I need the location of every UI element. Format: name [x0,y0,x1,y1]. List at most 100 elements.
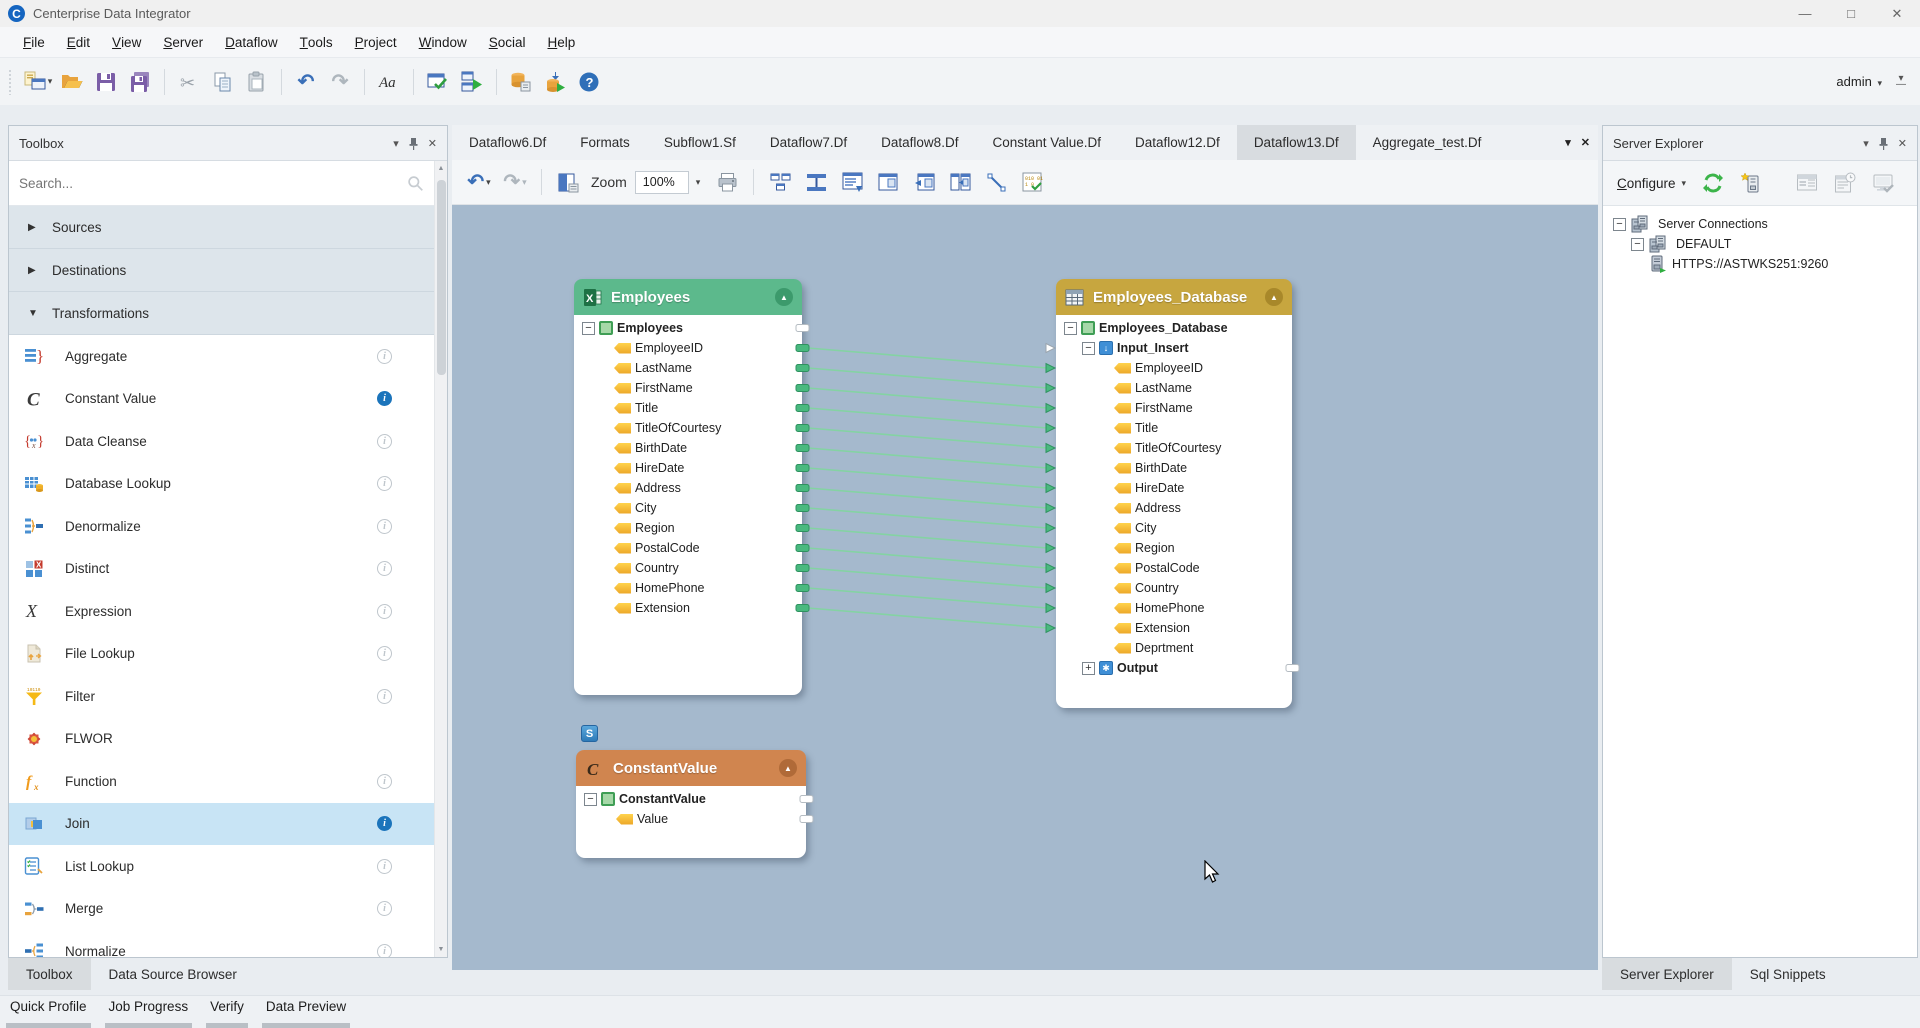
node-row-homephone[interactable]: HomePhone [574,578,802,598]
collapse-button[interactable]: ▲ [775,288,793,306]
node-row-postalcode[interactable]: PostalCode [574,538,802,558]
node-row-city[interactable]: City [1056,518,1292,538]
toolbar-paste-button[interactable] [242,66,272,98]
close-document-icon[interactable]: ✕ [1581,136,1590,149]
node-row-title[interactable]: Title [574,398,802,418]
panel-right-button[interactable] [873,167,903,197]
collapse-box[interactable]: − [584,793,597,806]
zoom-dropdown-icon[interactable]: ▾ [696,177,701,188]
close-icon[interactable]: ✕ [1898,137,1907,150]
input-port[interactable] [1046,444,1055,453]
toolbar-font-button[interactable]: Aa [374,66,404,98]
toolbox-section-sources[interactable]: ▶Sources [9,206,434,249]
node-row-birthdate[interactable]: BirthDate [574,438,802,458]
info-icon[interactable]: i [377,816,392,831]
search-input[interactable] [19,176,407,191]
info-icon[interactable]: i [377,349,392,364]
toolbox-item-file-lookup[interactable]: File Lookupi [9,633,434,676]
node-row-homephone[interactable]: HomePhone [1056,598,1292,618]
tree-node-https-astwks251-9260[interactable]: HTTPS://ASTWKS251:9260 [1603,254,1917,274]
redo-button[interactable]: ↷▾ [500,167,530,197]
undo-button[interactable]: ↶▾ [464,167,494,197]
node-row-employeeid[interactable]: EmployeeID [574,338,802,358]
node-header[interactable]: CConstantValue▲ [576,750,806,786]
status-data-preview[interactable]: Data Preview [262,999,350,1028]
toolbar-undo-button[interactable]: ↶ [291,66,321,98]
toolbox-item-data-cleanse[interactable]: {x}Data Cleansei [9,420,434,463]
node-header[interactable]: XEmployees▲ [574,279,802,315]
toolbar-run-button[interactable] [457,66,487,98]
input-port[interactable] [1046,464,1055,473]
info-icon[interactable]: i [377,476,392,491]
status-verify[interactable]: Verify [206,999,248,1028]
panel-tab-toolbox[interactable]: Toolbox [8,958,91,990]
node-row-lastname[interactable]: LastName [1056,378,1292,398]
export-list-button[interactable] [837,167,867,197]
collapse-button[interactable]: ▲ [779,759,797,777]
input-port[interactable] [1046,604,1055,613]
add-server-button[interactable] [1736,168,1766,198]
node-row-address[interactable]: Address [1056,498,1292,518]
node-row-output[interactable]: +✱Output [1056,658,1292,678]
toolbar-cut-button[interactable]: ✂ [174,66,204,98]
chevron-down-icon[interactable]: ▾ [1863,137,1869,150]
node-row-value[interactable]: Value [576,809,806,829]
node-row-input-insert[interactable]: −↓Input_Insert [1056,338,1292,358]
close-button[interactable]: ✕ [1874,0,1920,27]
user-menu[interactable]: admin ▾ [1836,74,1882,89]
job-schedule-button[interactable] [1830,168,1860,198]
pin-icon[interactable] [1878,137,1889,150]
node-row-birthdate[interactable]: BirthDate [1056,458,1292,478]
info-icon[interactable]: i [377,604,392,619]
input-port[interactable] [1046,544,1055,553]
toolbox-item-aggregate[interactable]: }Aggregatei [9,335,434,378]
tab-dataflow8-df[interactable]: Dataflow8.Df [864,125,975,160]
scroll-up-icon[interactable]: ▲ [435,161,447,176]
node-constantvalue[interactable]: CConstantValue▲−ConstantValueValue [576,750,806,858]
close-icon[interactable]: ✕ [428,137,437,150]
info-icon[interactable]: i [377,689,392,704]
node-row-city[interactable]: City [574,498,802,518]
refresh-button[interactable] [1698,168,1728,198]
toolbar-save-all-button[interactable] [125,66,155,98]
toolbar-save-button[interactable] [91,66,121,98]
toolbar-new-dataflow-button[interactable]: ▾ [23,66,53,98]
toolbox-item-constant-value[interactable]: CConstant Valuei [9,378,434,421]
node-row-region[interactable]: Region [1056,538,1292,558]
link-tool-button[interactable] [981,167,1011,197]
tab-aggregate-test-df[interactable]: Aggregate_test.Df [1356,125,1499,160]
toolbar-help-button[interactable]: ? [574,66,604,98]
pin-icon[interactable] [408,137,419,150]
toolbar-copy-button[interactable] [208,66,238,98]
preview-grid-button[interactable]: 010 011 0 [1017,167,1047,197]
tab-dataflow7-df[interactable]: Dataflow7.Df [753,125,864,160]
menu-file[interactable]: File [12,27,56,57]
toolbox-item-distinct[interactable]: XDistincti [9,548,434,591]
toolbox-item-list-lookup[interactable]: List Lookupi [9,845,434,888]
toolbar-db-job-button[interactable] [506,66,536,98]
toolbox-section-destinations[interactable]: ▶Destinations [9,249,434,292]
node-row-lastname[interactable]: LastName [574,358,802,378]
node-row-employeeid[interactable]: EmployeeID [1056,358,1292,378]
tab-dataflow6-df[interactable]: Dataflow6.Df [452,125,563,160]
collapse-box[interactable]: − [1631,238,1644,251]
toolbar-open-button[interactable] [57,66,87,98]
scroll-down-icon[interactable]: ▼ [435,942,447,957]
collapse-box[interactable]: − [1082,342,1095,355]
tab-subflow1-sf[interactable]: Subflow1.Sf [647,125,753,160]
node-row-hiredate[interactable]: HireDate [1056,478,1292,498]
align-button[interactable] [801,167,831,197]
node-row-country[interactable]: Country [574,558,802,578]
info-icon[interactable]: i [377,391,392,406]
node-row-titleofcourtesy[interactable]: TitleOfCourtesy [574,418,802,438]
toolbar-verify-button[interactable] [423,66,453,98]
configure-button[interactable]: Configure▾ [1611,176,1692,191]
panel-insert-button[interactable] [909,167,939,197]
input-port[interactable] [1046,384,1055,393]
toolbox-search[interactable] [9,161,434,206]
toolbox-item-database-lookup[interactable]: Database Lookupi [9,463,434,506]
panel-expand-button[interactable] [945,167,975,197]
job-list-button[interactable] [1792,168,1822,198]
node-row-titleofcourtesy[interactable]: TitleOfCourtesy [1056,438,1292,458]
node-row-firstname[interactable]: FirstName [574,378,802,398]
